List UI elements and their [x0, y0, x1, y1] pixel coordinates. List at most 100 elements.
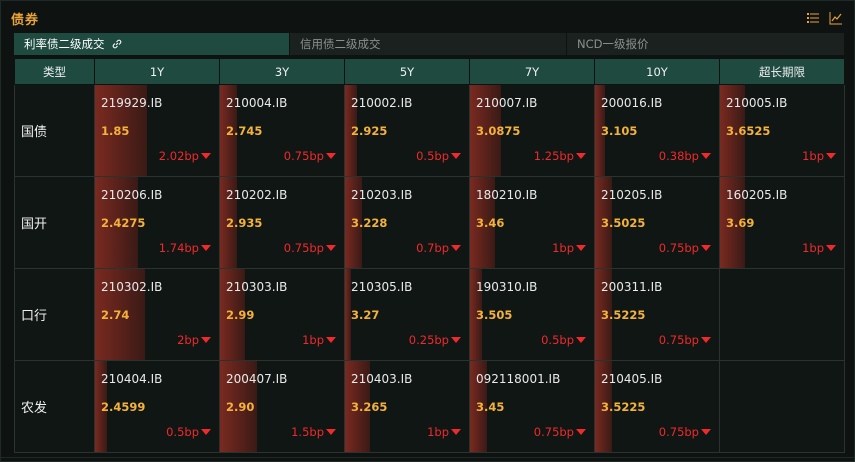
bond-cell: 092118001.IB 3.45 0.75bp	[469, 360, 595, 453]
bond-yield: 3.5025	[601, 216, 646, 230]
down-arrow-icon	[451, 153, 461, 159]
bond-code: 210404.IB	[101, 372, 163, 386]
bond-panel: 债券 利率债二级成交 信用债二级成交 NCD一级报价 类型 1Y 3Y 5Y 7…	[0, 0, 855, 462]
tab-ncd-primary-quote[interactable]: NCD一级报价	[567, 33, 844, 55]
column-header: 类型	[14, 58, 95, 85]
bond-cell: 180210.IB 3.46 1bp	[469, 176, 595, 269]
tab-rate-bond-secondary[interactable]: 利率债二级成交	[14, 33, 290, 55]
down-arrow-icon	[451, 429, 461, 435]
bond-code: 210007.IB	[476, 96, 538, 110]
yield-change-value: 0.75bp	[658, 241, 699, 255]
table-row: 国开 210206.IB 2.4275 1.74bp 210202.IB 2.935 0.7…	[14, 176, 845, 269]
yield-change: 0.5bp	[166, 425, 211, 439]
bond-yield: 2.90	[226, 400, 255, 414]
bond-yield: 3.228	[351, 216, 388, 230]
bond-quote[interactable]: 210007.IB 3.0875 1.25bp	[470, 85, 594, 176]
panel-title: 债券	[11, 13, 40, 28]
bond-yield: 2.74	[101, 308, 130, 322]
bond-quote[interactable]: 210403.IB 3.265 1bp	[345, 361, 469, 452]
yield-change: 1bp	[552, 241, 586, 255]
down-arrow-icon	[326, 153, 336, 159]
yield-change-value: 0.25bp	[408, 333, 449, 347]
bond-quote[interactable]: 180210.IB 3.46 1bp	[470, 177, 594, 268]
bond-quote[interactable]: 210203.IB 3.228 0.7bp	[345, 177, 469, 268]
bond-code: 210004.IB	[226, 96, 288, 110]
bond-quote[interactable]: 210202.IB 2.935 0.75bp	[220, 177, 344, 268]
bond-cell: 210203.IB 3.228 0.7bp	[344, 176, 470, 269]
bond-quote[interactable]: 200311.IB 3.5225 0.75bp	[595, 269, 719, 360]
yield-change: 2.02bp	[159, 149, 211, 163]
down-arrow-icon	[576, 429, 586, 435]
bond-yield: 1.85	[101, 124, 130, 138]
row-type-label: 口行	[14, 268, 95, 361]
column-header: 7Y	[469, 58, 595, 85]
bond-yield: 2.935	[226, 216, 263, 230]
bond-yield: 3.265	[351, 400, 388, 414]
yield-change: 1bp	[802, 149, 836, 163]
bond-quote[interactable]: 210002.IB 2.925 0.5bp	[345, 85, 469, 176]
bond-quote[interactable]: 210205.IB 3.5025 0.75bp	[595, 177, 719, 268]
bond-quote[interactable]: 200016.IB 3.105 0.38bp	[595, 85, 719, 176]
panel-header: 债券	[1, 1, 854, 33]
bond-quote[interactable]: 190310.IB 3.505 0.5bp	[470, 269, 594, 360]
bond-quote[interactable]: 210405.IB 3.5225 0.75bp	[595, 361, 719, 452]
bond-code: 160205.IB	[726, 188, 788, 202]
yield-change-value: 0.75bp	[283, 241, 324, 255]
yield-change: 0.7bp	[416, 241, 461, 255]
yield-change-value: 0.7bp	[416, 241, 449, 255]
bond-quote[interactable]: 210305.IB 3.27 0.25bp	[345, 269, 469, 360]
yield-change: 1bp	[302, 333, 336, 347]
bond-yield: 2.99	[226, 308, 255, 322]
yield-change: 1.25bp	[534, 149, 586, 163]
bond-quote[interactable]: 210404.IB 2.4599 0.5bp	[95, 361, 219, 452]
yield-change-value: 0.75bp	[658, 425, 699, 439]
bond-yield: 3.5225	[601, 308, 646, 322]
bond-yield: 2.4599	[101, 400, 146, 414]
yield-change: 1.5bp	[291, 425, 336, 439]
bond-quote[interactable]: 219929.IB 1.85 2.02bp	[95, 85, 219, 176]
down-arrow-icon	[576, 337, 586, 343]
bond-yield: 3.69	[726, 216, 755, 230]
bond-quote[interactable]: 210005.IB 3.6525 1bp	[720, 85, 844, 176]
bond-cell: 210005.IB 3.6525 1bp	[719, 84, 845, 177]
bond-cell: 210303.IB 2.99 1bp	[219, 268, 345, 361]
tab-credit-bond-secondary[interactable]: 信用债二级成交	[290, 33, 567, 55]
bond-quote[interactable]: 160205.IB 3.69 1bp	[720, 177, 844, 268]
down-arrow-icon	[201, 153, 211, 159]
yield-change: 0.75bp	[284, 149, 336, 163]
bond-quote[interactable]: 210206.IB 2.4275 1.74bp	[95, 177, 219, 268]
yield-change: 1bp	[427, 425, 461, 439]
bond-quote[interactable]: 210302.IB 2.74 2bp	[95, 269, 219, 360]
bond-yield: 3.27	[351, 308, 380, 322]
bond-cell: 210302.IB 2.74 2bp	[94, 268, 220, 361]
column-header: 超长期限	[719, 58, 845, 85]
table-row: 国债 219929.IB 1.85 2.02bp 210004.IB 2.745 0.75b…	[14, 84, 845, 177]
yield-change: 0.25bp	[409, 333, 461, 347]
column-header: 5Y	[344, 58, 470, 85]
yield-change: 0.75bp	[659, 425, 711, 439]
bond-quote[interactable]: 200407.IB 2.90 1.5bp	[220, 361, 344, 452]
bond-quote[interactable]: 210303.IB 2.99 1bp	[220, 269, 344, 360]
yield-change-value: 1bp	[802, 149, 824, 163]
bond-quote[interactable]: 210004.IB 2.745 0.75bp	[220, 85, 344, 176]
line-chart-icon[interactable]	[829, 11, 843, 25]
bond-yield: 2.745	[226, 124, 263, 138]
link-icon[interactable]	[111, 35, 123, 57]
bond-cell	[719, 360, 845, 453]
down-arrow-icon	[576, 153, 586, 159]
bond-cell: 210403.IB 3.265 1bp	[344, 360, 470, 453]
yield-change: 0.5bp	[416, 149, 461, 163]
down-arrow-icon	[201, 245, 211, 251]
yield-change-value: 0.5bp	[416, 149, 449, 163]
bond-code: 200311.IB	[601, 280, 663, 294]
bond-quote[interactable]: 092118001.IB 3.45 0.75bp	[470, 361, 594, 452]
bond-code: 210202.IB	[226, 188, 288, 202]
bond-code: 210305.IB	[351, 280, 413, 294]
bond-code: 210005.IB	[726, 96, 788, 110]
bond-cell: 210305.IB 3.27 0.25bp	[344, 268, 470, 361]
yield-change-value: 1.25bp	[533, 149, 574, 163]
list-icon[interactable]	[806, 11, 820, 25]
bond-code: 210302.IB	[101, 280, 163, 294]
bond-cell: 210405.IB 3.5225 0.75bp	[594, 360, 720, 453]
bond-code: 219929.IB	[101, 96, 163, 110]
